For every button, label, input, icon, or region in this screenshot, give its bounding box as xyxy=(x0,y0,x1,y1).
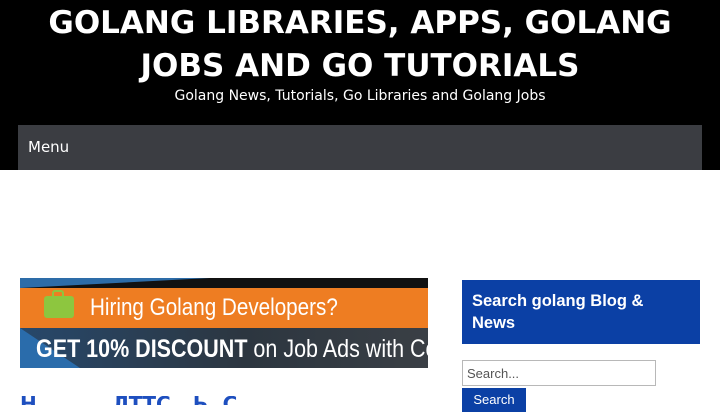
post-title-text[interactable]: Н......... ЛТТС.. Ь. С. xyxy=(20,396,320,405)
site-title[interactable]: GOLANG LIBRARIES, APPS, GOLANG JOBS AND … xyxy=(0,2,720,88)
post-title[interactable]: Н......... ЛТТС.. Ь. С. xyxy=(20,396,320,405)
main-navigation: Menu xyxy=(18,125,702,170)
search-widget-title: Search golang Blog & News xyxy=(462,280,700,344)
search-input[interactable] xyxy=(462,360,656,386)
banner-offer-rest: on Job Ads with Coupo xyxy=(253,335,428,363)
site-title-line-2[interactable]: JOBS AND GO TUTORIALS xyxy=(0,45,720,88)
hiring-ad-banner[interactable]: Hiring Golang Developers? GET 10% DISCOU… xyxy=(20,278,428,368)
site-tagline: Golang News, Tutorials, Go Libraries and… xyxy=(174,88,546,104)
banner-offer-bold: GET 10% DISCOUNT xyxy=(36,335,248,363)
menu-toggle-button[interactable]: Menu xyxy=(28,137,69,157)
banner-offer-text: GET 10% DISCOUNT on Job Ads with Coupo xyxy=(36,334,428,364)
shopping-bag-icon xyxy=(44,290,74,318)
banner-headline: Hiring Golang Developers? xyxy=(90,294,338,321)
search-button[interactable]: Search xyxy=(462,388,526,412)
site-title-line-1[interactable]: GOLANG LIBRARIES, APPS, GOLANG xyxy=(0,2,720,45)
banner-blue-wedge xyxy=(20,278,210,288)
